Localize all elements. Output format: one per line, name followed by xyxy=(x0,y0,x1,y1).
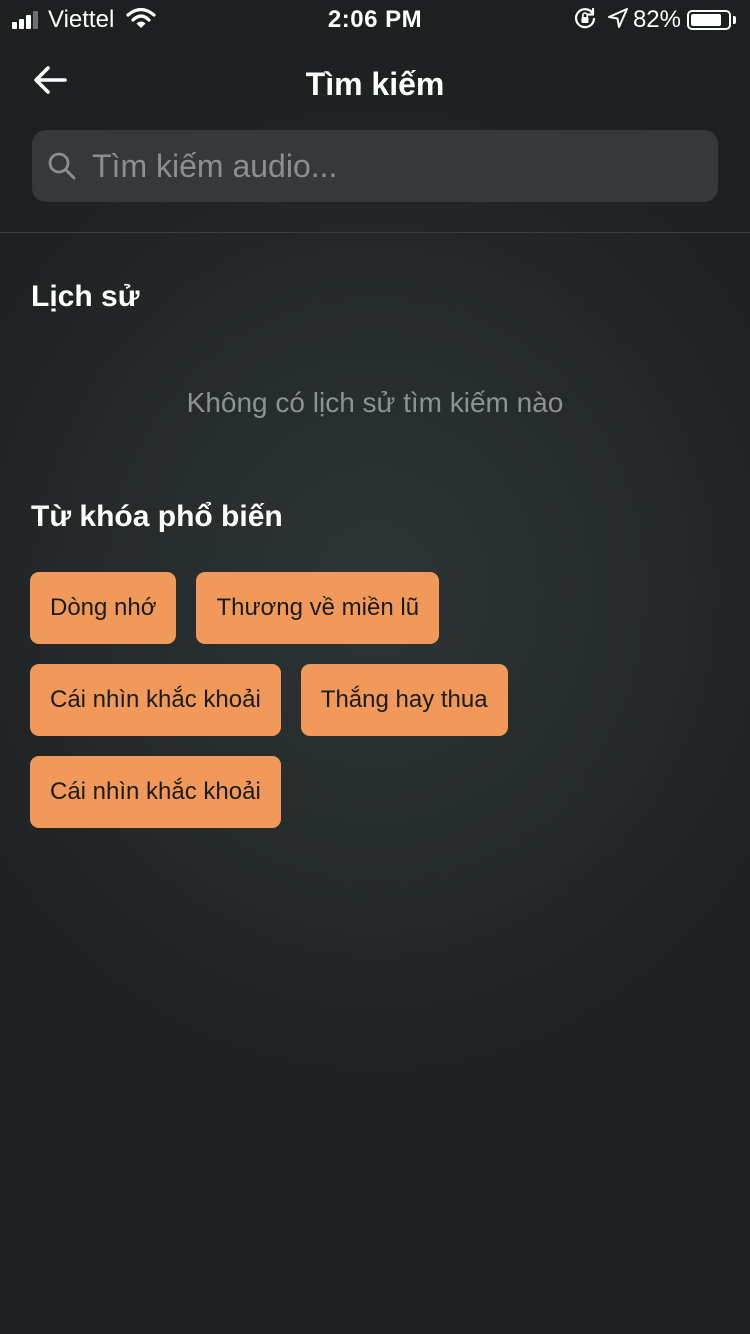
popular-keywords-list: Dòng nhớ Thương về miền lũ Cái nhìn khắc… xyxy=(30,572,720,848)
header-divider xyxy=(0,232,750,233)
header: Tìm kiếm xyxy=(0,44,750,124)
search-icon xyxy=(46,150,78,182)
battery-percent: 82% xyxy=(632,6,681,33)
keyword-chip[interactable]: Thương về miền lũ xyxy=(196,572,440,644)
keyword-chip[interactable]: Dòng nhớ xyxy=(30,572,177,644)
page-title: Tìm kiếm xyxy=(305,66,445,102)
battery-icon xyxy=(687,10,731,30)
rotation-lock-icon xyxy=(573,6,597,35)
location-arrow-icon xyxy=(607,7,629,34)
keyword-chip[interactable]: Thắng hay thua xyxy=(300,664,508,736)
popular-keywords-title: Từ khóa phổ biến xyxy=(31,500,283,533)
battery-cap xyxy=(733,16,736,24)
search-input[interactable] xyxy=(90,140,718,192)
history-title: Lịch sử xyxy=(31,280,140,313)
keyword-chip[interactable]: Cái nhìn khắc khoải xyxy=(30,664,281,736)
search-bar[interactable] xyxy=(32,130,718,202)
keyword-chip[interactable]: Cái nhìn khắc khoải xyxy=(30,756,281,828)
status-bar: Viettel 2:06 PM 82% xyxy=(0,0,750,40)
status-bar-right: 82% xyxy=(573,6,736,34)
battery-level-fill xyxy=(691,14,721,26)
history-empty-message: Không có lịch sử tìm kiếm nào xyxy=(186,387,564,418)
